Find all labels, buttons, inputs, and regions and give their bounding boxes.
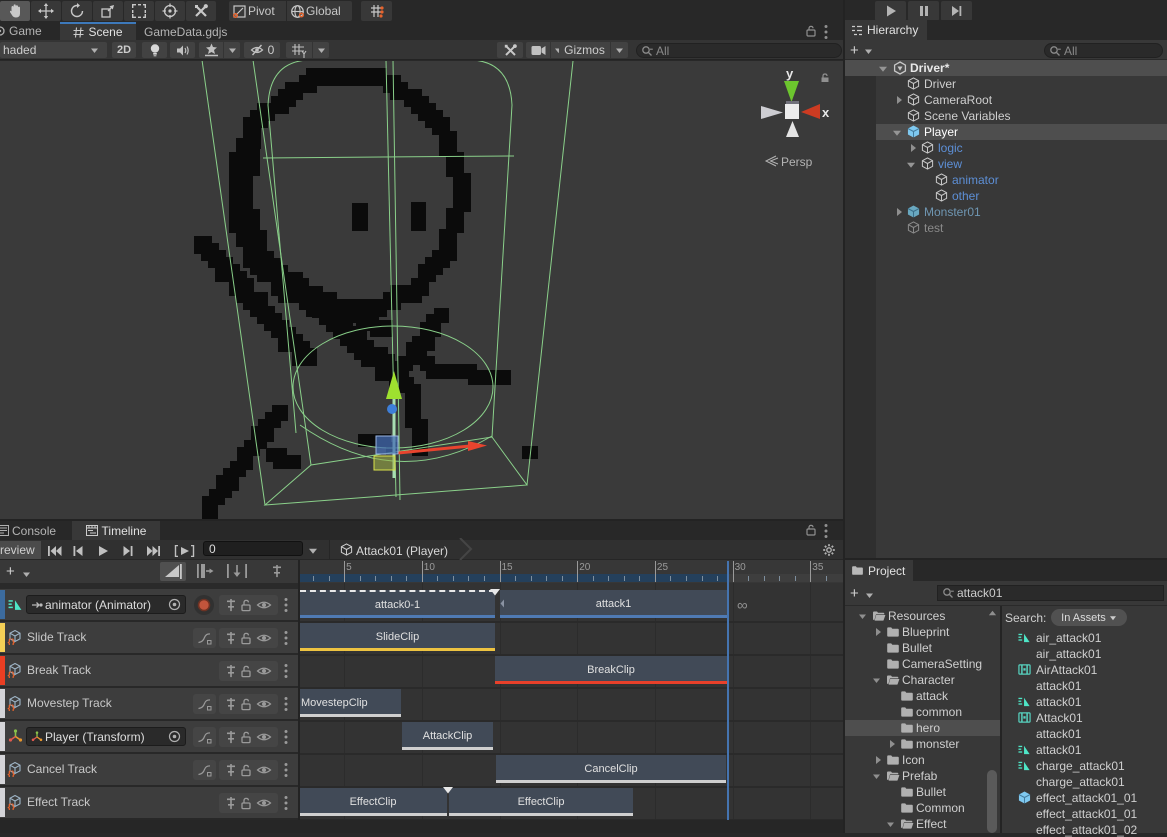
svg-text:{}: {} <box>8 802 16 810</box>
svg-text:y: y <box>786 66 794 81</box>
svg-text:x: x <box>822 105 830 120</box>
svg-text:{}: {} <box>8 670 16 678</box>
svg-text:{}: {} <box>8 637 16 645</box>
svg-text:{}: {} <box>8 703 16 711</box>
svg-text:{}: {} <box>8 769 16 777</box>
svg-text:Persp: Persp <box>781 155 813 169</box>
